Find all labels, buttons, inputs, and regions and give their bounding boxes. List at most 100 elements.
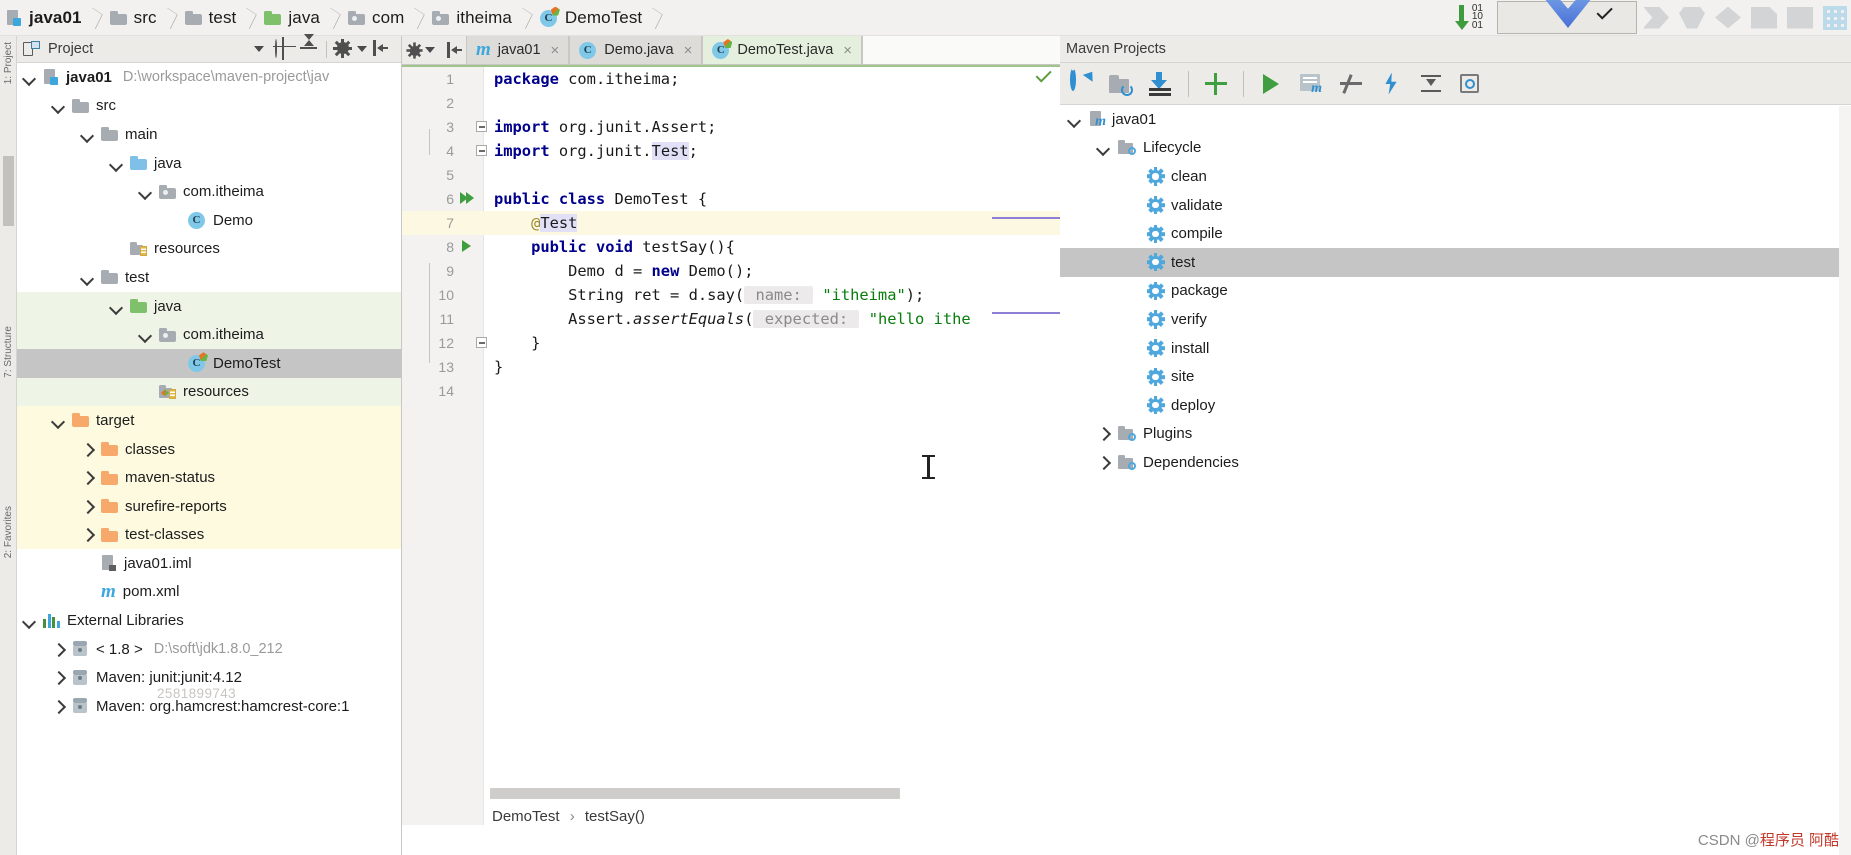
tree-row[interactable]: test [17,263,401,292]
maven-tree-row[interactable]: verify [1060,305,1851,334]
code-line[interactable]: 10 String ret = d.say( name: "itheima"); [402,283,1060,307]
code-line[interactable]: 6 public class DemoTest { [402,187,1060,211]
collapse-icon[interactable] [300,33,319,59]
maven-tree-row[interactable]: clean [1060,162,1851,191]
tree-row[interactable]: main [17,120,401,149]
download-sources-icon[interactable] [1148,71,1174,97]
tree-row[interactable]: resources [17,235,401,264]
code-line[interactable]: 11 Assert.assertEquals( expected: "hello… [402,307,1060,331]
maven-tree-row[interactable]: Plugins [1060,420,1851,449]
tree-row[interactable]: resources [17,377,401,407]
code-lines[interactable]: 1 package com.itheima; 2 3 import org.junit.… [402,67,1060,825]
toggle-offline-icon[interactable] [1378,71,1404,97]
maven-tree-row[interactable]: test [1060,247,1851,277]
fold-marker-icon[interactable] [454,115,487,139]
locate-target-icon[interactable] [275,36,294,60]
tab-close-icon[interactable]: × [551,42,560,59]
tree-row[interactable]: maven-status [17,463,401,492]
code-line[interactable]: 12 } [402,331,1060,355]
tab-close-icon[interactable]: × [684,42,693,59]
tree-row[interactable]: target [17,406,401,435]
breadcrumb-item-demotest[interactable]: C DemoTest [534,0,644,36]
tree-row[interactable]: com.itheima [17,320,401,349]
run-goal-icon[interactable] [1258,71,1284,97]
run-ghost-icon[interactable] [1643,6,1669,29]
tree-row[interactable]: C DemoTest [17,348,401,378]
chevron-down-icon[interactable] [1097,141,1110,154]
run-test-icon[interactable] [454,235,484,259]
maven-tree-row[interactable]: install [1060,334,1851,363]
gear-icon[interactable] [333,38,353,59]
tree-row[interactable]: < 1.8 > D:\soft\jdk1.8.0_212 [17,635,401,664]
run-all-tests-icon[interactable] [454,187,484,211]
chevron-down-icon[interactable] [52,99,65,112]
code-line[interactable]: 4 import org.junit.Test; [402,139,1060,163]
chevron-down-icon[interactable] [254,46,264,52]
collapse-all-icon[interactable] [1418,71,1444,97]
chevron-down-icon[interactable] [110,300,123,313]
maven-tree-row[interactable]: package [1060,277,1851,306]
maven-tree-row[interactable]: validate [1060,191,1851,220]
binary-download-icon[interactable]: 01 10 01 [1454,4,1483,31]
grid-icon[interactable] [1823,5,1847,30]
maven-tree-row[interactable]: Lifecycle [1060,134,1851,163]
tree-row[interactable]: classes [17,434,401,464]
maven-tree[interactable]: m java01 Lifecycle clean validate compile test… [1060,105,1851,477]
inspection-ok-icon[interactable] [1034,73,1052,87]
maven-tree-row[interactable]: m java01 [1060,105,1851,134]
code-line[interactable]: 7 @Test [402,211,1060,235]
code-line[interactable]: 8 public void testSay(){ [402,235,1060,259]
breadcrumb-item-java[interactable]: java [258,0,322,36]
tab-demo-java[interactable]: C Demo.java × [569,36,703,64]
settings-icon[interactable] [1458,71,1484,97]
chevron-right-icon[interactable] [52,700,65,713]
code-line[interactable]: 2 [402,91,1060,115]
coverage-icon[interactable] [1715,6,1741,29]
debug-bug-icon[interactable] [1679,6,1705,29]
gear-chevron-down-icon[interactable] [357,46,367,52]
code-line[interactable]: 3 import org.junit.Assert; [402,115,1060,139]
chevron-right-icon[interactable] [52,643,65,656]
breadcrumb-item-test[interactable]: test [179,0,239,36]
code-line[interactable]: 9 Demo d = new Demo(); [402,259,1060,283]
add-maven-project-icon[interactable] [1203,71,1229,97]
editor-breadcrumb-method[interactable]: testSay() [585,808,645,825]
editor-gear-icon[interactable] [402,36,443,64]
tree-row[interactable]: java [17,149,401,178]
maven-scrollbar[interactable] [1839,106,1851,855]
toggle-skip-tests-icon[interactable] [1338,71,1364,97]
tab-demotest-java[interactable]: C DemoTest.java × [702,36,863,64]
chevron-down-icon[interactable] [81,271,94,284]
code-line[interactable]: 1 package com.itheima; [402,67,1060,91]
tree-row[interactable]: C Demo [17,206,401,235]
editor-breadcrumb-class[interactable]: DemoTest [492,808,560,825]
project-tree[interactable]: java01 D:\workspace\maven-project\jav src m… [17,63,401,855]
generate-sources-icon[interactable] [1108,71,1134,97]
hide-panel-icon[interactable] [373,39,392,59]
tree-row[interactable]: src [17,92,401,121]
chevron-right-icon[interactable] [81,443,94,456]
tree-row[interactable]: test-classes [17,520,401,550]
chevron-down-icon[interactable] [23,614,36,627]
code-editor[interactable]: 1 package com.itheima; 2 3 import org.junit.… [402,65,1060,825]
chevron-right-icon[interactable] [52,671,65,684]
chevron-right-icon[interactable] [1097,427,1110,440]
maven-tree-row[interactable]: Dependencies [1060,448,1851,477]
code-line[interactable]: 13} [402,355,1060,379]
tab-close-icon[interactable]: × [843,42,852,59]
strip-item-structure[interactable]: 7: Structure [3,326,14,378]
strip-item-favorites[interactable]: 2: Favorites [3,506,14,558]
chevron-right-icon[interactable] [81,471,94,484]
chevron-down-icon[interactable] [110,157,123,170]
chevron-down-icon[interactable] [81,128,94,141]
breadcrumb-item-src[interactable]: src [104,0,159,36]
chevron-right-icon[interactable] [1097,456,1110,469]
chevron-right-icon[interactable] [81,500,94,513]
tree-row[interactable]: java01.iml [17,549,401,578]
breadcrumb-item-com[interactable]: com [342,0,406,36]
chevron-right-icon[interactable] [81,528,94,541]
code-line[interactable]: 5 [402,163,1060,187]
tree-row[interactable]: java [17,291,401,321]
tab-java01[interactable]: m java01 × [466,36,570,64]
reimport-icon[interactable] [1068,67,1094,97]
